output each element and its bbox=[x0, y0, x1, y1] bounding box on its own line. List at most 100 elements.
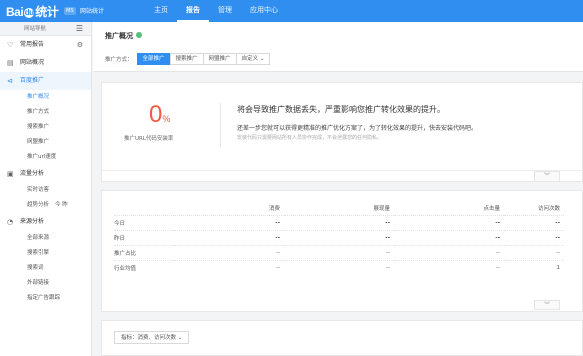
percent-sign: % bbox=[162, 114, 171, 124]
sidebar-item-label: 搜索引擎 bbox=[27, 250, 50, 256]
mode-label: 推广方式： bbox=[105, 57, 133, 63]
notice-headline: 将会导致推广数据丢失，严重影响您推广转化效果的提升。 bbox=[237, 105, 445, 114]
table-header-row: 消费 展现量 点击量 访问次数 bbox=[114, 201, 564, 215]
nav-tab-3[interactable]: 管理 bbox=[209, 0, 241, 22]
table-cell: 1 bbox=[504, 259, 564, 275]
divider bbox=[220, 103, 221, 147]
sidebar-group-4[interactable]: ▣ 流量分析 bbox=[0, 165, 91, 183]
mode-button-label: 网盟推广 bbox=[208, 56, 231, 62]
sidebar-item-label: 搜索推广 bbox=[27, 124, 50, 130]
sidebar-item-label: 推广url速度 bbox=[27, 154, 57, 160]
table-cell: -- bbox=[174, 214, 284, 230]
sidebar-header: 网站导航 ☰ bbox=[0, 22, 91, 36]
install-rate-label: 推广URL代码安装率 bbox=[124, 136, 174, 142]
mode-button-label: 搜索推广 bbox=[175, 56, 198, 62]
table-row: 推广占比 -- -- -- -- bbox=[114, 244, 564, 260]
metric-card: 指标：消费、访问次数 ⌄ bbox=[101, 320, 583, 356]
sidebar-group-label: 来源分析 bbox=[20, 218, 45, 225]
logo-text-right: 统计 bbox=[35, 5, 59, 19]
notice-detail: 还差一步您就可以获得更精准的推广优化方案了，为了转化效果的提升，快去安装代码吧。 bbox=[237, 125, 478, 132]
sidebar-item-label: 网盟推广 bbox=[27, 139, 50, 145]
sidebar-item-label: 推广方式 bbox=[27, 109, 50, 115]
sidebar-group-label: 百度推广 bbox=[20, 77, 45, 84]
sidebar-item-label: 实时访客 bbox=[27, 187, 50, 193]
sidebar-item-4-2[interactable]: 趋势分析今 昨 bbox=[0, 198, 91, 213]
row-label: 推广占比 bbox=[114, 244, 174, 260]
baidu-tongji-logo[interactable]: Bai du 统计 bbox=[6, 3, 59, 20]
gear-icon[interactable]: ⚙ bbox=[77, 36, 83, 54]
table-row: 行业均值 -- -- -- 1 bbox=[114, 259, 564, 275]
megaphone-icon: ⊲ bbox=[7, 77, 13, 85]
sidebar-item-label: 搜索词 bbox=[27, 265, 44, 271]
mode-button-1[interactable]: 全部推广 bbox=[136, 53, 171, 65]
sidebar-group-label: 流量分析 bbox=[20, 170, 45, 177]
sidebar-group-1[interactable]: ♡ 常用报告 ⚙ bbox=[0, 36, 91, 54]
nav-tab-4[interactable]: 应用中心 bbox=[241, 0, 287, 22]
sidebar-group-3[interactable]: ⊲ 百度推广 bbox=[0, 72, 91, 90]
page-header: 推广概况 推广方式： 全部推广 搜索推广 网盟推广 自定义 ⌄ bbox=[93, 22, 583, 72]
sidebar-header-label: 网站导航 bbox=[24, 26, 47, 32]
top-bar: Bai du 统计 MS 网站统计 主页 报告 管理 应用中心 bbox=[0, 0, 583, 22]
metric-select[interactable]: 指标：消费、访问次数 ⌄ bbox=[114, 331, 190, 344]
install-rate-number: 0 bbox=[149, 101, 163, 128]
table-body: 今日 -- -- -- -- 昨日 -- -- -- -- 推广占比 -- -- -- -- 行业均值 -- --… bbox=[114, 214, 564, 275]
sidebar-item-5-3[interactable]: 搜索词 bbox=[0, 261, 91, 276]
mode-button-2[interactable]: 搜索推广 bbox=[169, 53, 204, 65]
card-divider bbox=[102, 170, 583, 171]
heart-icon: ♡ bbox=[7, 41, 14, 49]
table-cell: -- bbox=[394, 214, 504, 230]
status-dot-icon bbox=[136, 32, 142, 38]
chevron-down-icon: ⌄ bbox=[258, 56, 265, 62]
sidebar-item-4-1[interactable]: 实时访客 bbox=[0, 183, 91, 198]
notice-collapse-button[interactable]: ︾ bbox=[534, 171, 560, 181]
paw-icon: du bbox=[24, 8, 35, 18]
sidebar-item-3-1[interactable]: 推广概况 bbox=[0, 90, 91, 105]
mode-button-4[interactable]: 自定义 ⌄ bbox=[235, 53, 271, 65]
nav-tab-2[interactable]: 报告 bbox=[177, 0, 209, 22]
chevron-down-icon: ⌄ bbox=[177, 335, 183, 341]
promotion-mode-selector: 推广方式： 全部推广 搜索推广 网盟推广 自定义 ⌄ bbox=[105, 53, 271, 65]
mode-button-3[interactable]: 网盟推广 bbox=[202, 53, 237, 65]
page-title-text: 推广概况 bbox=[105, 32, 133, 40]
row-label: 昨日 bbox=[114, 229, 174, 245]
table-cell: -- bbox=[394, 229, 504, 245]
sidebar-item-label: 外部链接 bbox=[27, 280, 50, 286]
stats-collapse-button[interactable]: ︾ bbox=[534, 300, 560, 310]
top-nav: 主页 报告 管理 应用中心 bbox=[145, 0, 287, 22]
row-label: 今日 bbox=[114, 214, 174, 230]
table-cell: -- bbox=[284, 244, 394, 260]
mode-button-label: 自定义 bbox=[241, 56, 259, 62]
traffic-icon: ▣ bbox=[7, 170, 14, 178]
sidebar-item-5-4[interactable]: 外部链接 bbox=[0, 276, 91, 291]
table-row: 今日 -- -- -- -- bbox=[114, 214, 564, 230]
sidebar-group-2[interactable]: ▤ 网站概况 bbox=[0, 54, 91, 72]
sidebar-group-5[interactable]: ◔ 来源分析 bbox=[0, 213, 91, 231]
sidebar-item-label: 趋势分析 bbox=[27, 202, 50, 208]
stats-table: 消费 展现量 点击量 访问次数 今日 -- -- -- -- 昨日 -- -- -- -- 推广占比 -- -… bbox=[114, 201, 564, 275]
column-header: 展现量 bbox=[373, 205, 390, 212]
table-cell: -- bbox=[174, 244, 284, 260]
trend-shortcuts[interactable]: 今 昨 bbox=[55, 202, 68, 208]
table-cell: -- bbox=[504, 214, 564, 230]
sidebar-item-3-2[interactable]: 推广方式 bbox=[0, 105, 91, 120]
sidebar-item-5-2[interactable]: 搜索引擎 bbox=[0, 246, 91, 261]
sidebar-menu: ♡ 常用报告 ⚙ ▤ 网站概况 ⊲ 百度推广推广概况推广方式搜索推广网盟推广推广url速度 ▣… bbox=[0, 36, 91, 306]
column-header bbox=[114, 201, 174, 215]
sidebar-item-3-5[interactable]: 推广url速度 bbox=[0, 150, 91, 165]
sidebar-item-3-3[interactable]: 搜索推广 bbox=[0, 120, 91, 135]
table-cell: -- bbox=[284, 259, 394, 275]
table-cell: -- bbox=[394, 244, 504, 260]
menu-toggle-icon[interactable]: ☰ bbox=[76, 22, 83, 36]
nav-tab-1[interactable]: 主页 bbox=[145, 0, 177, 22]
table-cell: -- bbox=[394, 259, 504, 275]
sidebar-item-3-4[interactable]: 网盟推广 bbox=[0, 135, 91, 150]
page-title: 推广概况 bbox=[105, 31, 142, 41]
sidebar-item-label: 指定广告跟踪 bbox=[27, 295, 61, 301]
source-icon: ◔ bbox=[7, 218, 14, 226]
table-cell: -- bbox=[504, 244, 564, 260]
metric-select-label: 指标：消费、访问次数 bbox=[121, 335, 177, 341]
sidebar-item-5-5[interactable]: 指定广告跟踪 bbox=[0, 291, 91, 306]
notice-privacy: 安装代码只需要网站所有人员协作完成，不会泄露您的任何隐私。 bbox=[237, 135, 383, 141]
install-rate-value: 0% bbox=[149, 101, 170, 129]
sidebar-item-5-1[interactable]: 全部来源 bbox=[0, 231, 91, 246]
